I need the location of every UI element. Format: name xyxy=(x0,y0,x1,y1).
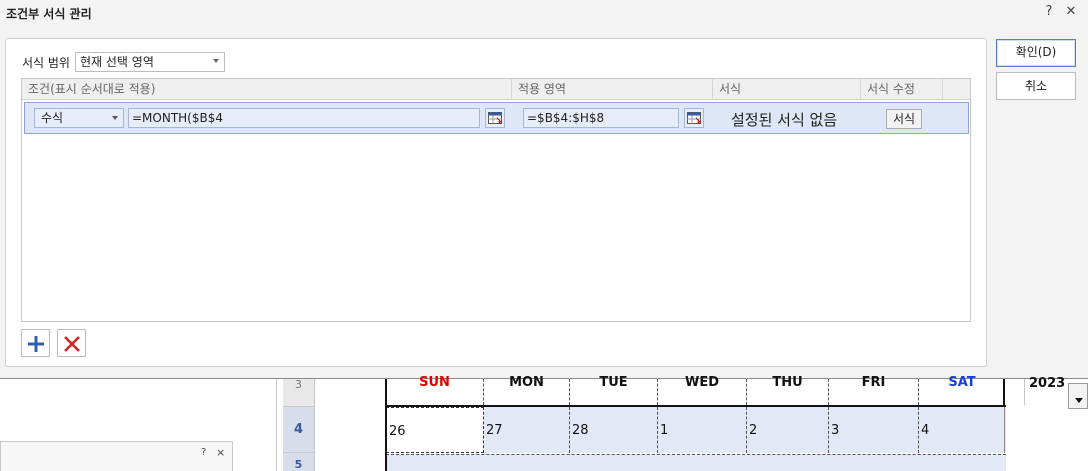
apply-range-picker-button[interactable] xyxy=(684,108,704,128)
range-select-value: 현재 선택 영역 xyxy=(80,55,154,69)
date-cell[interactable]: 4 xyxy=(919,407,1005,453)
row-header-3[interactable]: 3 xyxy=(283,379,315,407)
weekday-row: SUN MON TUE WED THU FRI SAT xyxy=(386,376,1006,407)
rule-list: 조건(표시 순서대로 적용) 적용 영역 서식 서식 수정 수식 =MONTH(… xyxy=(21,78,971,322)
date-cell[interactable]: 28 xyxy=(570,407,658,453)
plus-icon xyxy=(27,336,44,352)
range-label: 서식 범위 xyxy=(22,56,70,70)
chevron-down-icon xyxy=(213,59,219,63)
range-picker-icon xyxy=(687,112,701,124)
chevron-down-icon xyxy=(112,116,118,120)
ok-button[interactable]: 확인(D) xyxy=(996,39,1076,67)
range-picker-icon xyxy=(488,112,502,124)
header-spacer xyxy=(943,79,970,99)
day-fri[interactable]: FRI xyxy=(829,376,919,405)
window-title: 조건부 서식 관리 xyxy=(6,7,92,21)
header-format[interactable]: 서식 xyxy=(713,79,861,99)
chevron-down-icon xyxy=(1075,398,1083,403)
spreadsheet-background: ? × 3 4 5 SUN MON TUE WED THU FRI SAT 26… xyxy=(0,376,1088,471)
delete-icon xyxy=(63,336,80,352)
help-icon[interactable]: ? xyxy=(201,447,206,458)
header-apply-range[interactable]: 적용 영역 xyxy=(512,79,713,99)
day-wed[interactable]: WED xyxy=(658,376,747,405)
year-cell[interactable]: 2023 xyxy=(1024,377,1070,405)
calendar-border-right xyxy=(1003,379,1005,407)
header-format-edit[interactable]: 서식 수정 xyxy=(861,79,943,99)
date-row: 26 27 28 1 2 3 4 xyxy=(386,407,1006,453)
formula-input[interactable]: =MONTH($B$4 xyxy=(128,108,480,128)
apply-range-input[interactable]: =$B$4:$H$8 xyxy=(523,108,679,128)
format-button[interactable]: 서식 xyxy=(886,109,922,129)
condition-type-select[interactable]: 수식 xyxy=(34,108,124,128)
row-header-5[interactable]: 5 xyxy=(283,453,315,471)
day-mon[interactable]: MON xyxy=(484,376,570,405)
day-tue[interactable]: TUE xyxy=(570,376,658,405)
close-icon[interactable]: × xyxy=(216,446,225,459)
delete-rule-button[interactable] xyxy=(57,329,86,357)
range-select[interactable]: 현재 선택 영역 xyxy=(75,52,225,72)
date-cell[interactable]: 3 xyxy=(829,407,919,453)
header-condition[interactable]: 조건(표시 순서대로 적용) xyxy=(22,79,512,99)
date-cell[interactable]: 26 xyxy=(386,407,484,453)
left-pane: ? × xyxy=(0,379,277,471)
day-sun[interactable]: SUN xyxy=(386,376,484,405)
date-cell[interactable]: 27 xyxy=(484,407,570,453)
row-header-4[interactable]: 4 xyxy=(283,407,315,453)
range-picker-button[interactable] xyxy=(485,108,505,128)
title-bar: 조건부 서식 관리 ? ✕ xyxy=(0,0,1088,26)
day-sat[interactable]: SAT xyxy=(919,376,1005,405)
calendar-border-left xyxy=(385,379,387,471)
help-icon[interactable]: ? xyxy=(1039,2,1059,22)
day-thu[interactable]: THU xyxy=(747,376,829,405)
date-cell[interactable]: 2 xyxy=(747,407,829,453)
condition-type-value: 수식 xyxy=(41,111,64,125)
date-row-next xyxy=(386,454,1006,471)
add-rule-button[interactable] xyxy=(21,329,50,357)
date-cell[interactable]: 1 xyxy=(658,407,747,453)
format-preview: 설정된 서식 없음 xyxy=(731,111,838,129)
close-icon[interactable]: ✕ xyxy=(1061,2,1081,22)
rule-row[interactable]: 수식 =MONTH($B$4 =$B$4:$H$8 설정된 서식 없음 서식 xyxy=(24,102,969,134)
cancel-button[interactable]: 취소 xyxy=(996,72,1076,100)
rule-list-header: 조건(표시 순서대로 적용) 적용 영역 서식 서식 수정 xyxy=(22,79,970,100)
side-pane: ? × xyxy=(0,441,233,471)
year-dropdown-button[interactable] xyxy=(1068,383,1088,409)
rules-panel: 서식 범위 현재 선택 영역 조건(표시 순서대로 적용) 적용 영역 서식 서… xyxy=(5,38,987,367)
